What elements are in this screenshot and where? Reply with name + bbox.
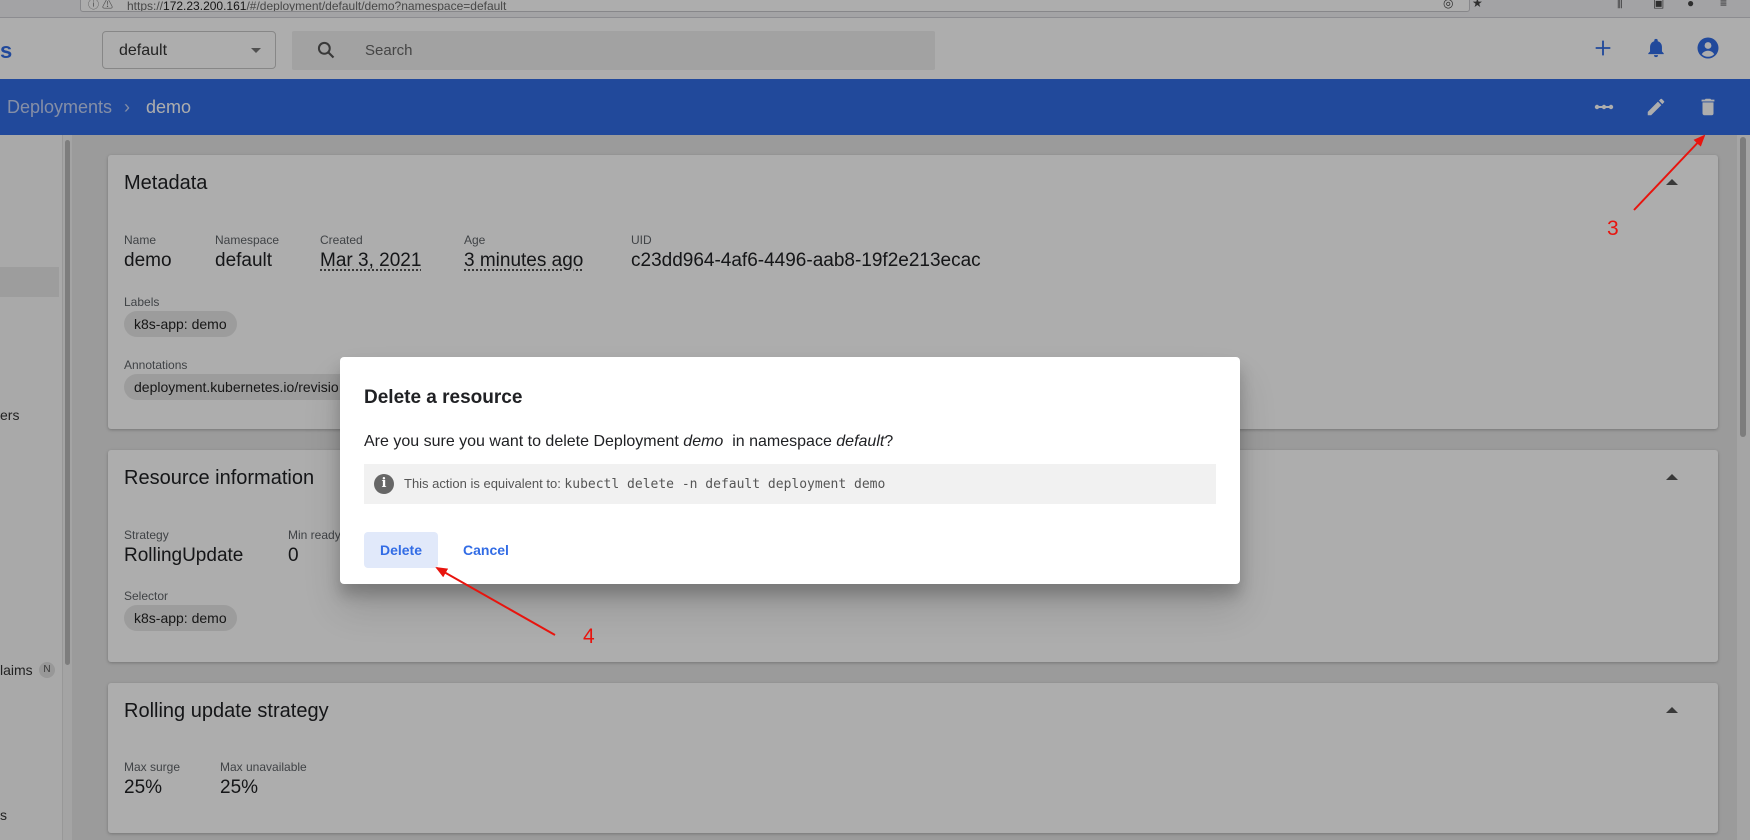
annotation-step-3: 3 xyxy=(1607,217,1619,240)
equivalent-command-note: i This action is equivalent to: kubectl … xyxy=(364,464,1216,504)
cancel-button[interactable]: Cancel xyxy=(450,532,522,568)
kubectl-command: kubectl delete -n default deployment dem… xyxy=(564,477,886,492)
annotation-step-4: 4 xyxy=(583,625,595,648)
dialog-title: Delete a resource xyxy=(364,387,523,408)
dialog-message: Are you sure you want to delete Deployme… xyxy=(364,433,894,450)
delete-button[interactable]: Delete xyxy=(364,532,438,568)
delete-resource-dialog: Delete a resource Are you sure you want … xyxy=(340,357,1240,584)
info-text: This action is equivalent to: kubectl de… xyxy=(404,476,886,492)
resource-name: demo xyxy=(683,433,724,450)
info-icon: i xyxy=(374,474,394,494)
resource-namespace: default xyxy=(836,433,885,450)
